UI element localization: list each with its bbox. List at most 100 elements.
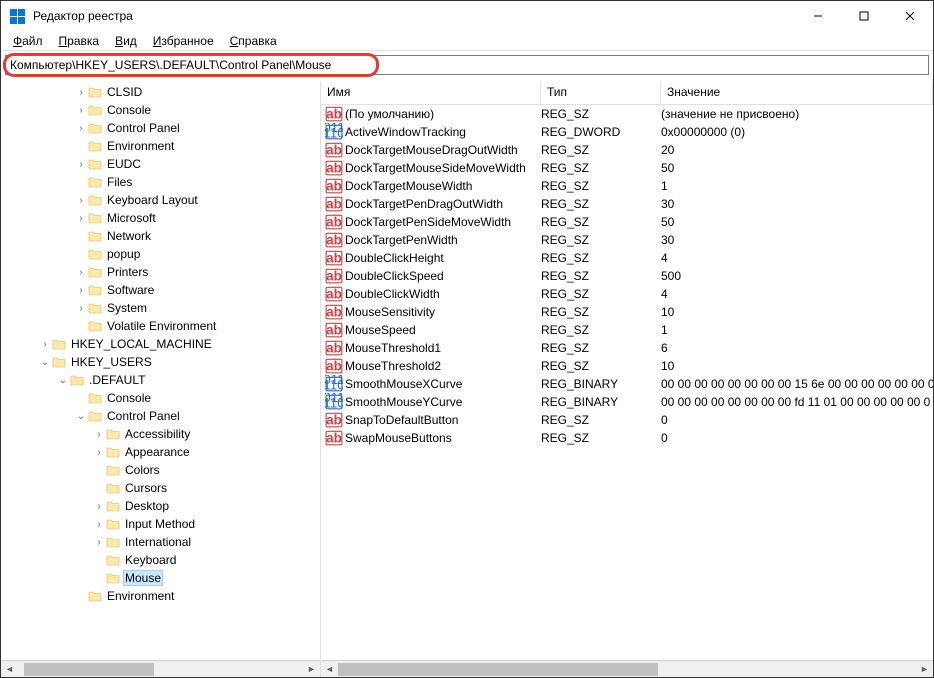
- chevron-icon[interactable]: ⌄: [75, 411, 87, 422]
- tree-item[interactable]: ›Accessibility: [1, 425, 320, 443]
- tree-item[interactable]: ⌄HKEY_USERS: [1, 353, 320, 371]
- value-name: (По умолчанию): [345, 107, 541, 121]
- value-row[interactable]: abDockTargetMouseSideMoveWidthREG_SZ50: [321, 159, 933, 177]
- tree-item-label: International: [123, 535, 193, 549]
- tree-hscroll[interactable]: ◄ ►: [1, 660, 320, 677]
- chevron-icon[interactable]: ›: [39, 339, 51, 350]
- tree-item[interactable]: Environment: [1, 137, 320, 155]
- scroll-left-icon[interactable]: ◄: [321, 661, 338, 678]
- tree-item[interactable]: Mouse: [1, 569, 320, 587]
- value-row[interactable]: abDoubleClickWidthREG_SZ4: [321, 285, 933, 303]
- value-row[interactable]: ab(По умолчанию)REG_SZ(значение не присв…: [321, 105, 933, 123]
- tree-item[interactable]: ›Input Method: [1, 515, 320, 533]
- tree-item[interactable]: Volatile Environment: [1, 317, 320, 335]
- tree-item[interactable]: ›CLSID: [1, 83, 320, 101]
- value-row[interactable]: abDoubleClickSpeedREG_SZ500: [321, 267, 933, 285]
- tree-item[interactable]: › International: [1, 533, 320, 551]
- value-row[interactable]: abDockTargetPenWidthREG_SZ30: [321, 231, 933, 249]
- value-row[interactable]: abMouseThreshold1REG_SZ6: [321, 339, 933, 357]
- value-row[interactable]: abDockTargetPenSideMoveWidthREG_SZ50: [321, 213, 933, 231]
- scroll-thumb[interactable]: [338, 663, 658, 676]
- tree-item[interactable]: ›Microsoft: [1, 209, 320, 227]
- registry-tree[interactable]: ›CLSID›Console›Control PanelEnvironment›…: [1, 81, 320, 660]
- value-row[interactable]: abDockTargetMouseDragOutWidthREG_SZ20: [321, 141, 933, 159]
- tree-item[interactable]: Cursors: [1, 479, 320, 497]
- minimize-button[interactable]: [795, 1, 841, 31]
- tree-item[interactable]: Colors: [1, 461, 320, 479]
- tree-item[interactable]: Environment: [1, 587, 320, 605]
- maximize-button[interactable]: [841, 1, 887, 31]
- tree-item[interactable]: ›Control Panel: [1, 119, 320, 137]
- value-row[interactable]: 011110SmoothMouseYCurveREG_BINARY00 00 0…: [321, 393, 933, 411]
- tree-item[interactable]: ⌄Control Panel: [1, 407, 320, 425]
- menu-favorites[interactable]: Избранное: [147, 32, 220, 50]
- menu-file[interactable]: Файл: [7, 32, 49, 50]
- svg-text:ab: ab: [326, 251, 342, 266]
- col-name[interactable]: Имя: [321, 81, 541, 104]
- value-row[interactable]: abMouseThreshold2REG_SZ10: [321, 357, 933, 375]
- value-row[interactable]: abDockTargetMouseWidthREG_SZ1: [321, 177, 933, 195]
- tree-item-label: Desktop: [123, 499, 171, 513]
- close-button[interactable]: [887, 1, 933, 31]
- chevron-icon[interactable]: ›: [93, 519, 105, 530]
- tree-item[interactable]: ⌄.DEFAULT: [1, 371, 320, 389]
- chevron-icon[interactable]: ›: [75, 213, 87, 224]
- menu-help[interactable]: Справка: [224, 32, 283, 50]
- chevron-icon[interactable]: ›: [75, 123, 87, 134]
- value-type: REG_BINARY: [541, 395, 661, 409]
- tree-item[interactable]: ›Software: [1, 281, 320, 299]
- value-data: 30: [661, 233, 933, 247]
- col-type[interactable]: Тип: [541, 81, 661, 104]
- folder-icon: [51, 355, 67, 369]
- tree-item[interactable]: Files: [1, 173, 320, 191]
- value-row[interactable]: 011110SmoothMouseXCurveREG_BINARY00 00 0…: [321, 375, 933, 393]
- tree-item[interactable]: ›HKEY_LOCAL_MACHINE: [1, 335, 320, 353]
- svg-text:ab: ab: [326, 323, 342, 338]
- tree-item[interactable]: Console: [1, 389, 320, 407]
- tree-item[interactable]: Keyboard: [1, 551, 320, 569]
- titlebar[interactable]: Редактор реестра: [1, 1, 933, 31]
- scroll-right-icon[interactable]: ►: [916, 661, 933, 678]
- scroll-left-icon[interactable]: ◄: [1, 661, 18, 678]
- tree-item[interactable]: ›System: [1, 299, 320, 317]
- list-hscroll[interactable]: ◄ ►: [321, 660, 933, 677]
- value-name: DockTargetPenWidth: [345, 233, 541, 247]
- tree-item-label: Network: [105, 229, 153, 243]
- chevron-icon[interactable]: ›: [93, 429, 105, 440]
- tree-item[interactable]: ›Printers: [1, 263, 320, 281]
- value-row[interactable]: abMouseSpeedREG_SZ1: [321, 321, 933, 339]
- chevron-icon[interactable]: ›: [93, 447, 105, 458]
- chevron-icon[interactable]: ›: [75, 303, 87, 314]
- value-row[interactable]: 011110ActiveWindowTrackingREG_DWORD0x000…: [321, 123, 933, 141]
- chevron-icon[interactable]: ›: [75, 195, 87, 206]
- chevron-icon[interactable]: ⌄: [39, 357, 51, 368]
- value-row[interactable]: abMouseSensitivityREG_SZ10: [321, 303, 933, 321]
- chevron-icon[interactable]: ›: [93, 501, 105, 512]
- chevron-icon[interactable]: ›: [75, 285, 87, 296]
- tree-item[interactable]: ›Keyboard Layout: [1, 191, 320, 209]
- value-list[interactable]: ab(По умолчанию)REG_SZ(значение не присв…: [321, 105, 933, 660]
- menu-view[interactable]: Вид: [109, 32, 143, 50]
- scroll-right-icon[interactable]: ►: [303, 661, 320, 678]
- tree-item[interactable]: ›EUDC: [1, 155, 320, 173]
- value-data: 1: [661, 179, 933, 193]
- chevron-icon[interactable]: ›: [75, 87, 87, 98]
- value-row[interactable]: abSwapMouseButtonsREG_SZ0: [321, 429, 933, 447]
- chevron-icon[interactable]: ⌄: [57, 375, 69, 386]
- value-row[interactable]: abDoubleClickHeightREG_SZ4: [321, 249, 933, 267]
- col-value[interactable]: Значение: [661, 81, 933, 104]
- address-input[interactable]: [5, 55, 929, 75]
- value-row[interactable]: abSnapToDefaultButtonREG_SZ0: [321, 411, 933, 429]
- tree-item[interactable]: › Desktop: [1, 497, 320, 515]
- chevron-icon[interactable]: ›: [93, 537, 105, 548]
- chevron-icon[interactable]: ›: [75, 159, 87, 170]
- chevron-icon[interactable]: ›: [75, 105, 87, 116]
- tree-item[interactable]: Network: [1, 227, 320, 245]
- tree-item[interactable]: ›Appearance: [1, 443, 320, 461]
- chevron-icon[interactable]: ›: [75, 267, 87, 278]
- scroll-thumb[interactable]: [24, 663, 154, 676]
- tree-item[interactable]: popup: [1, 245, 320, 263]
- menu-edit[interactable]: Правка: [53, 32, 106, 50]
- tree-item[interactable]: ›Console: [1, 101, 320, 119]
- value-row[interactable]: abDockTargetPenDragOutWidthREG_SZ30: [321, 195, 933, 213]
